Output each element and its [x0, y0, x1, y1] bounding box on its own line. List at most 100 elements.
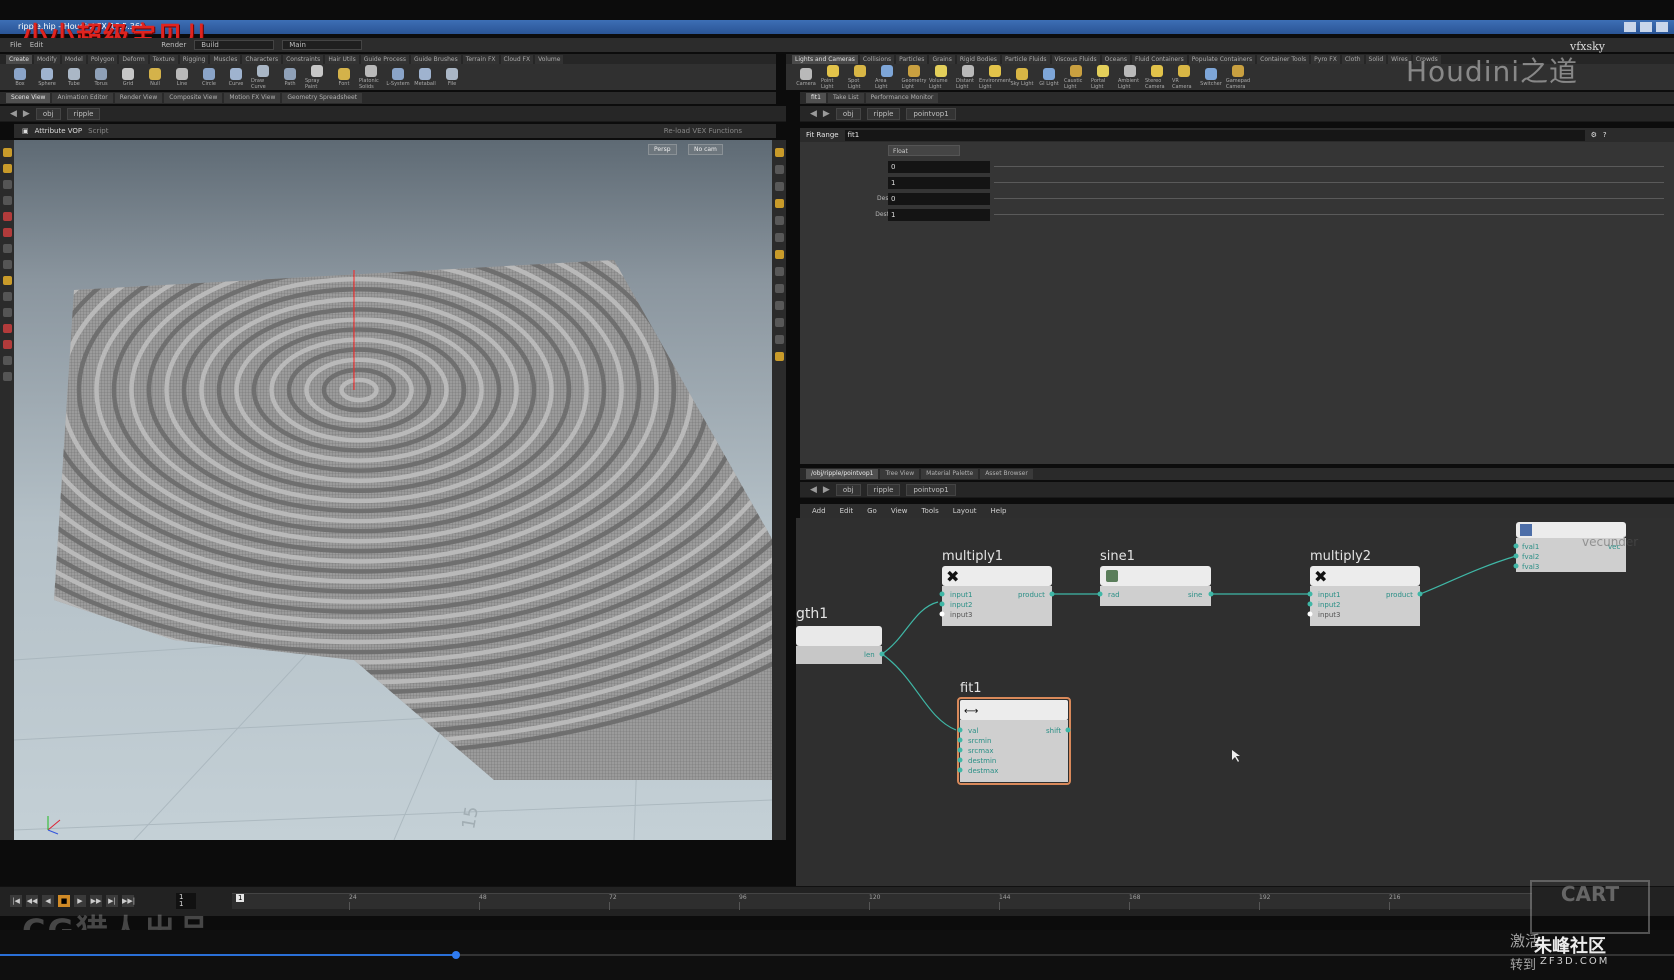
shelf-left-tool-10[interactable]: Path: [278, 67, 302, 87]
shelf-left-tool-8[interactable]: Curve: [224, 67, 248, 87]
fit1-node[interactable]: fit1 ⟷ val srcmin srcmax destmin destmax…: [957, 681, 1071, 785]
ghost-icon[interactable]: [774, 250, 784, 259]
network-menu-edit[interactable]: Edit: [840, 507, 854, 515]
persp-menu[interactable]: Persp: [648, 144, 677, 155]
pose-tool-icon[interactable]: [2, 228, 12, 237]
minimize-button[interactable]: [1624, 22, 1636, 32]
param-slider-4[interactable]: [994, 214, 1664, 215]
gear-icon[interactable]: ⚙: [1591, 131, 1597, 139]
template-icon[interactable]: [774, 267, 784, 276]
camera-view-icon[interactable]: [774, 352, 784, 361]
shelf-left-tab-0[interactable]: Create: [6, 54, 32, 64]
shelf-left-tool-6[interactable]: Line: [170, 67, 194, 87]
left-pane-tab-2[interactable]: Render View: [114, 93, 163, 103]
length-node[interactable]: gth1 len: [796, 606, 885, 664]
param-slider-3[interactable]: [994, 198, 1664, 199]
lighting-icon[interactable]: [774, 182, 784, 191]
shelf-right-tool-5[interactable]: Volume Light: [929, 64, 953, 90]
network-editor[interactable]: gth1 len multiply1 ✖ input1 input2 input…: [796, 518, 1674, 886]
select-tool-icon[interactable]: [2, 148, 12, 157]
shelf-right-tab-11[interactable]: Pyro FX: [1311, 54, 1340, 64]
display-tool-icon[interactable]: [2, 356, 12, 365]
network-path-ripple[interactable]: ripple: [866, 483, 901, 496]
shelf-right-tool-3[interactable]: Area Light: [875, 64, 899, 90]
reload-vex-button[interactable]: Re-load VEX Functions: [664, 127, 742, 135]
camera-tool-icon[interactable]: [2, 372, 12, 381]
shelf-left-tab-12[interactable]: Guide Brushes: [411, 54, 461, 64]
menu-file[interactable]: File: [10, 41, 22, 49]
magnet-alt-icon[interactable]: [2, 340, 12, 349]
sine1-node[interactable]: sine1 rad sine: [1097, 549, 1214, 606]
network-menu-layout[interactable]: Layout: [953, 507, 977, 515]
primitive-select-icon[interactable]: [2, 276, 12, 285]
network-menu-go[interactable]: Go: [867, 507, 877, 515]
shelf-left-tool-7[interactable]: Circle: [197, 67, 221, 87]
left-pane-tab-4[interactable]: Motion FX View: [224, 93, 281, 103]
shelf-right-tool-7[interactable]: Environment Light: [979, 64, 1011, 90]
shelf-left-tab-10[interactable]: Hair Utils: [325, 54, 359, 64]
shelf-right-tool-11[interactable]: Portal Light: [1091, 64, 1115, 90]
scene-viewport[interactable]: 10 15 Persp No cam: [14, 140, 772, 840]
lock-camera-icon[interactable]: [774, 165, 784, 174]
shelf-left-tool-5[interactable]: Null: [143, 67, 167, 87]
shelf-left-tab-6[interactable]: Rigging: [179, 54, 209, 64]
help-icon[interactable]: ?: [1603, 131, 1607, 139]
shelf-left-tab-2[interactable]: Model: [61, 54, 86, 64]
forward-arrow-icon[interactable]: ▶: [23, 109, 30, 119]
shelf-right-tab-10[interactable]: Container Tools: [1257, 54, 1310, 64]
shelf-right-tab-7[interactable]: Oceans: [1101, 54, 1130, 64]
param-value-3[interactable]: 0: [888, 193, 990, 205]
param-back-icon[interactable]: ◀: [810, 109, 817, 119]
network-forward-icon[interactable]: ▶: [823, 485, 830, 495]
multiply2-node[interactable]: multiply2 ✖ input1 input2 input3 product: [1307, 549, 1423, 626]
shelf-left-tool-11[interactable]: Spray Paint: [305, 64, 329, 90]
shelf-left-tab-13[interactable]: Terrain FX: [462, 54, 499, 64]
param-forward-icon[interactable]: ▶: [823, 109, 830, 119]
close-button[interactable]: [1656, 22, 1668, 32]
network-menu-view[interactable]: View: [891, 507, 908, 515]
display-options-icon[interactable]: [774, 148, 784, 157]
menu-edit[interactable]: Edit: [30, 41, 44, 49]
prim-number-icon[interactable]: [774, 318, 784, 327]
shelf-left-tool-0[interactable]: Box: [8, 67, 32, 87]
shelf-right-tab-3[interactable]: Grains: [929, 54, 955, 64]
shelf-left-tool-15[interactable]: Metaball: [413, 67, 437, 87]
shading-icon[interactable]: [774, 199, 784, 208]
shelf-right-tool-13[interactable]: Stereo Camera: [1145, 64, 1169, 90]
shelf-left-tool-13[interactable]: Platonic Solids: [359, 64, 383, 90]
left-pane-tab-3[interactable]: Composite View: [164, 93, 223, 103]
group-tool-icon[interactable]: [2, 292, 12, 301]
shelf-left-tab-3[interactable]: Polygon: [87, 54, 118, 64]
shelf-right-tab-9[interactable]: Populate Containers: [1188, 54, 1256, 64]
shelf-left-tab-9[interactable]: Constraints: [283, 54, 324, 64]
desk-main-select[interactable]: Main: [282, 40, 363, 50]
path-obj[interactable]: obj: [35, 107, 61, 120]
shelf-left-tool-4[interactable]: Grid: [116, 67, 140, 87]
network-path-pointvop[interactable]: pointvop1: [906, 483, 956, 496]
param-value-1[interactable]: 0: [888, 161, 990, 173]
back-arrow-icon[interactable]: ◀: [10, 109, 17, 119]
shelf-right-tool-4[interactable]: Geometry Light: [902, 64, 926, 90]
view-tool-icon[interactable]: [2, 244, 12, 253]
network-menu-tools[interactable]: Tools: [921, 507, 938, 515]
network-menu-help[interactable]: Help: [991, 507, 1007, 515]
shelf-right-tool-12[interactable]: Ambient Light: [1118, 64, 1142, 90]
param-pane-tab-0[interactable]: fit1: [806, 93, 826, 103]
shelf-right-tool-6[interactable]: Distant Light: [956, 64, 980, 90]
param-slider-1[interactable]: [994, 166, 1664, 167]
shelf-right-tool-10[interactable]: Caustic Light: [1064, 64, 1088, 90]
shelf-right-tool-8[interactable]: Sky Light: [1010, 67, 1034, 87]
shelf-left-tab-8[interactable]: Characters: [242, 54, 282, 64]
shelf-left-tab-4[interactable]: Deform: [119, 54, 148, 64]
shelf-right-tab-12[interactable]: Cloth: [1341, 54, 1364, 64]
network-menu-add[interactable]: Add: [812, 507, 826, 515]
shelf-left-tool-12[interactable]: Font: [332, 67, 356, 87]
shelf-left-tool-9[interactable]: Draw Curve: [251, 64, 275, 90]
param-value-2[interactable]: 1: [888, 177, 990, 189]
signature-select[interactable]: Float: [888, 145, 960, 156]
shelf-left-tool-3[interactable]: Torus: [89, 67, 113, 87]
param-path-obj[interactable]: obj: [835, 107, 861, 120]
rotate-tool-icon[interactable]: [2, 180, 12, 189]
move-tool-icon[interactable]: [2, 164, 12, 173]
param-path-pointvop[interactable]: pointvop1: [906, 107, 956, 120]
